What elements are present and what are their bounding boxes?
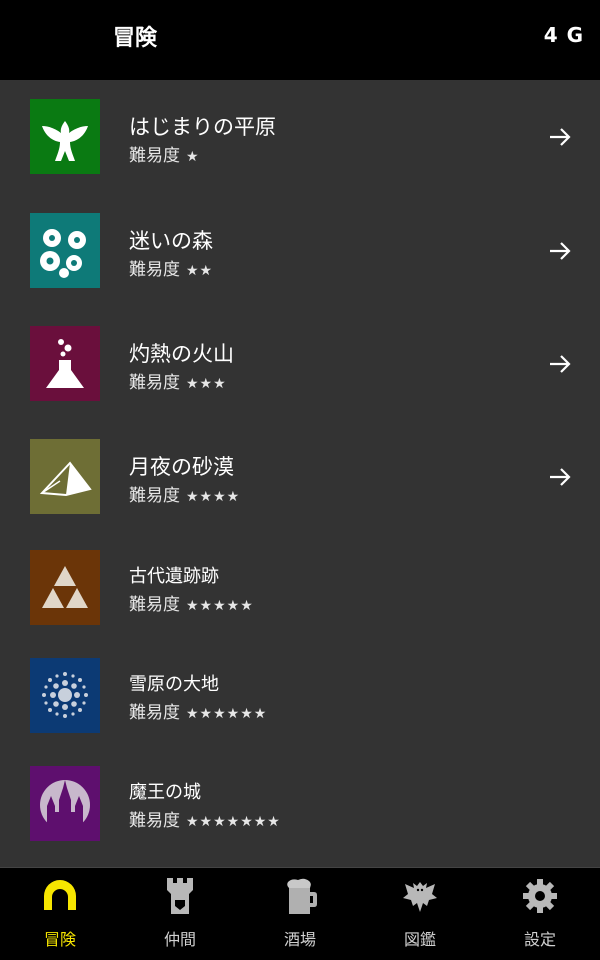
bird-icon xyxy=(30,99,100,174)
bottom-tab-bar: 冒険 仲間 酒場 図鑑 設定 xyxy=(0,867,600,960)
stage-difficulty: 難易度 ★★★★★★★ xyxy=(129,811,281,831)
tab-label: 酒場 xyxy=(283,930,316,949)
arch-icon xyxy=(40,876,80,916)
tab-label: 冒険 xyxy=(43,930,76,949)
arrow-right-icon[interactable] xyxy=(546,123,574,151)
stage-difficulty: 難易度 ★★ xyxy=(129,260,214,280)
stage-name: 月夜の砂漠 xyxy=(129,455,234,479)
difficulty-stars: ★★ xyxy=(186,263,214,279)
stage-icon-tile xyxy=(30,99,100,174)
arrow-right-icon[interactable] xyxy=(546,463,574,491)
castle-icon xyxy=(30,766,100,841)
dragon-icon xyxy=(400,876,440,916)
flowers-icon xyxy=(30,213,100,288)
pyramid-icon xyxy=(30,439,100,514)
stage-difficulty: 難易度 ★★★★★ xyxy=(129,595,254,615)
tab-label: 仲間 xyxy=(163,930,196,949)
difficulty-stars: ★★★★ xyxy=(186,489,241,505)
stage-name: 魔王の城 xyxy=(129,782,201,803)
difficulty-stars: ★ xyxy=(186,149,200,165)
stage-difficulty: 難易度 ★★★★ xyxy=(129,486,241,506)
stage-name: 灼熱の火山 xyxy=(129,342,234,366)
stage-icon-tile xyxy=(30,439,100,514)
page-title: 冒険 xyxy=(113,26,158,51)
gear-icon xyxy=(520,876,560,916)
difficulty-stars: ★★★★★ xyxy=(186,598,254,614)
difficulty-stars: ★★★ xyxy=(186,376,227,392)
arrow-right-icon[interactable] xyxy=(546,237,574,265)
flask-icon xyxy=(30,326,100,401)
beer-mug-icon xyxy=(280,876,320,916)
stage-difficulty: 難易度 ★ xyxy=(129,146,200,166)
tab-settings[interactable]: 設定 xyxy=(480,868,600,960)
stage-icon-tile xyxy=(30,550,100,625)
stage-row-desert[interactable]: 月夜の砂漠 難易度 ★★★★ xyxy=(0,420,600,520)
tab-label: 設定 xyxy=(523,930,556,949)
tower-icon xyxy=(160,876,200,916)
tab-companions[interactable]: 仲間 xyxy=(120,868,240,960)
stage-row-volcano[interactable]: 灼熱の火山 難易度 ★★★ xyxy=(0,307,600,407)
stage-name: 古代遺跡跡 xyxy=(129,566,219,587)
tab-adventure[interactable]: 冒険 xyxy=(0,868,120,960)
app-header: 冒険 4 G xyxy=(0,0,600,80)
stage-icon-tile xyxy=(30,766,100,841)
stage-icon-tile xyxy=(30,658,100,733)
triforce-icon xyxy=(30,550,100,625)
snowflake-icon xyxy=(30,658,100,733)
arrow-right-icon[interactable] xyxy=(546,350,574,378)
difficulty-stars: ★★★★★★ xyxy=(186,706,268,722)
stage-name: はじまりの平原 xyxy=(129,115,276,139)
tab-tavern[interactable]: 酒場 xyxy=(240,868,360,960)
stage-difficulty: 難易度 ★★★★★★ xyxy=(129,703,268,723)
stage-name: 雪原の大地 xyxy=(129,674,219,695)
stage-row-snowfield: 雪原の大地 難易度 ★★★★★★ xyxy=(0,641,600,741)
stage-list: はじまりの平原 難易度 ★ 迷いの森 難易度 ★★ 灼熱の火山 難易度 ★★★ … xyxy=(0,80,600,867)
tab-label: 図鑑 xyxy=(403,930,436,949)
stage-icon-tile xyxy=(30,213,100,288)
stage-name: 迷いの森 xyxy=(129,229,213,253)
stage-row-demon-castle: 魔王の城 難易度 ★★★★★★★ xyxy=(0,749,600,849)
stage-row-ruins: 古代遺跡跡 難易度 ★★★★★ xyxy=(0,533,600,633)
tab-encyclopedia[interactable]: 図鑑 xyxy=(360,868,480,960)
gold-counter: 4 G xyxy=(543,23,584,47)
stage-icon-tile xyxy=(30,326,100,401)
difficulty-stars: ★★★★★★★ xyxy=(186,814,281,830)
stage-row-plains[interactable]: はじまりの平原 難易度 ★ xyxy=(0,80,600,180)
stage-row-forest[interactable]: 迷いの森 難易度 ★★ xyxy=(0,194,600,294)
stage-difficulty: 難易度 ★★★ xyxy=(129,373,227,393)
